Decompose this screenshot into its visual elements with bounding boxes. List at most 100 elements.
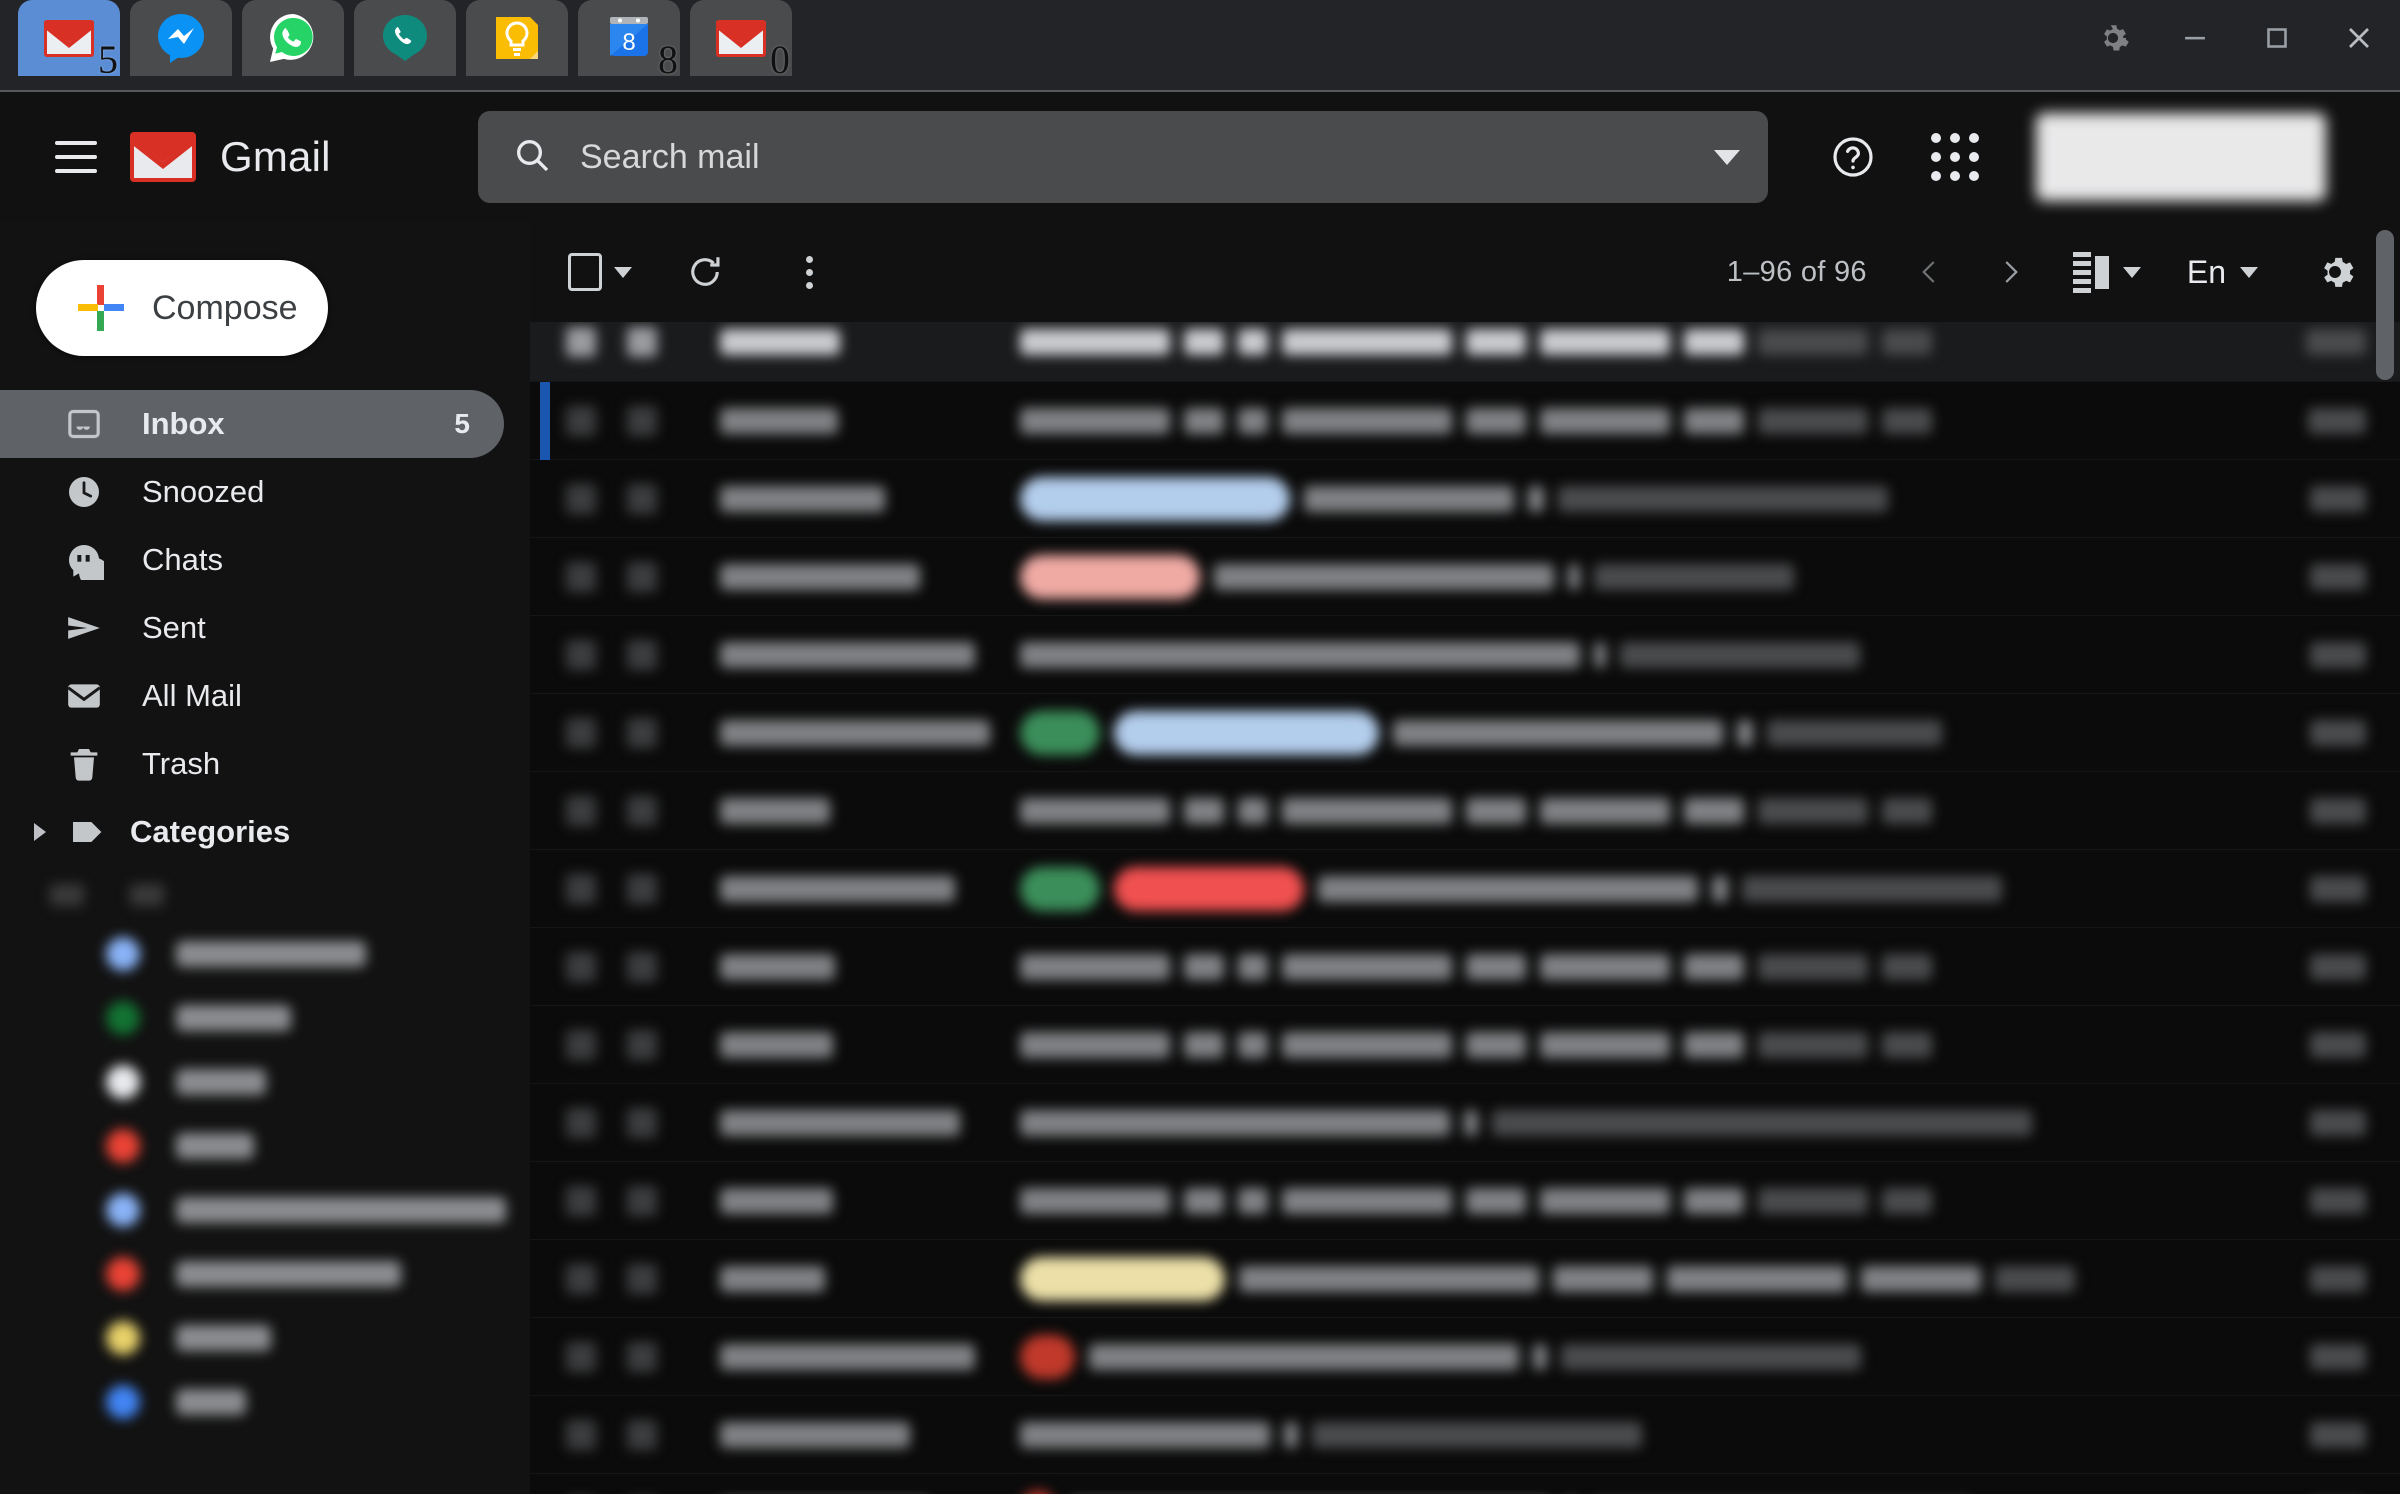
help-circle-icon[interactable] (1822, 126, 1884, 188)
star-icon[interactable] (612, 795, 672, 826)
row-checkbox[interactable] (550, 1419, 612, 1450)
input-tools-button[interactable]: En (2187, 254, 2258, 291)
table-row[interactable] (530, 772, 2400, 850)
sidebar-item-categories[interactable]: Categories (0, 798, 504, 866)
compose-button[interactable]: Compose (36, 260, 328, 356)
chevron-down-icon[interactable] (1714, 149, 1740, 165)
table-row[interactable] (530, 1162, 2400, 1240)
table-row[interactable] (530, 322, 2400, 382)
label-chip[interactable] (1114, 710, 1379, 755)
sidebar-label-item[interactable] (20, 1370, 530, 1434)
maximize-icon[interactable] (2254, 15, 2300, 61)
sidebar-label-item[interactable] (20, 1306, 530, 1370)
table-row[interactable] (530, 928, 2400, 1006)
sidebar-label-item[interactable] (20, 922, 530, 986)
mail-list-rows[interactable] (530, 322, 2400, 1494)
star-icon[interactable] (612, 1341, 672, 1372)
label-chip[interactable] (1020, 710, 1100, 755)
split-pane-icon[interactable] (2072, 251, 2141, 293)
table-row[interactable] (530, 694, 2400, 772)
star-icon[interactable] (612, 1263, 672, 1294)
hamburger-icon[interactable] (40, 121, 112, 193)
star-icon[interactable] (612, 1185, 672, 1216)
table-row[interactable] (530, 1474, 2400, 1494)
row-checkbox[interactable] (550, 483, 612, 514)
app-tab-whatsapp[interactable] (242, 0, 344, 76)
chevron-right-icon[interactable] (1993, 255, 2027, 289)
app-tab-gmail-secondary[interactable]: 0 (690, 0, 792, 80)
app-tab-messenger[interactable] (130, 0, 232, 76)
row-checkbox[interactable] (550, 1185, 612, 1216)
gear-icon[interactable] (2090, 15, 2136, 61)
table-row[interactable] (530, 460, 2400, 538)
row-checkbox[interactable] (550, 1107, 612, 1138)
scrollbar-thumb[interactable] (2376, 230, 2394, 380)
star-icon[interactable] (612, 1029, 672, 1060)
table-row[interactable] (530, 1318, 2400, 1396)
sidebar-label-item[interactable] (20, 1178, 530, 1242)
gear-icon[interactable] (2304, 241, 2366, 303)
label-chip[interactable] (1020, 476, 1290, 521)
label-chip[interactable] (1020, 1334, 1075, 1379)
sidebar-item-all-mail[interactable]: All Mail (0, 662, 504, 730)
apps-grid-icon[interactable] (1924, 126, 1986, 188)
minimize-icon[interactable] (2172, 15, 2218, 61)
checkbox-icon[interactable] (568, 253, 602, 291)
label-chip[interactable] (1114, 866, 1304, 911)
row-checkbox[interactable] (550, 951, 612, 982)
refresh-icon[interactable] (674, 241, 736, 303)
star-icon[interactable] (612, 561, 672, 592)
sidebar-label-item[interactable] (20, 1050, 530, 1114)
row-checkbox[interactable] (550, 795, 612, 826)
star-icon[interactable] (612, 951, 672, 982)
triangle-right-icon[interactable] (34, 823, 46, 841)
star-icon[interactable] (612, 483, 672, 514)
sidebar-item-snoozed[interactable]: Snoozed (0, 458, 504, 526)
avatar[interactable] (2036, 113, 2326, 201)
table-row[interactable] (530, 616, 2400, 694)
sidebar-label-item[interactable] (20, 1114, 530, 1178)
row-checkbox[interactable] (550, 1263, 612, 1294)
sidebar-label-item[interactable] (20, 986, 530, 1050)
row-checkbox[interactable] (550, 1341, 612, 1372)
row-checkbox[interactable] (550, 639, 612, 670)
app-tab-gmail-primary[interactable]: 5 (18, 0, 120, 80)
close-icon[interactable] (2336, 15, 2382, 61)
star-icon[interactable] (612, 405, 672, 436)
caret-down-icon[interactable] (614, 266, 632, 278)
caret-down-icon[interactable] (2122, 266, 2141, 278)
row-checkbox[interactable] (550, 561, 612, 592)
table-row[interactable] (530, 1084, 2400, 1162)
label-chip[interactable] (1020, 1490, 1056, 1494)
caret-down-icon[interactable] (2240, 266, 2258, 278)
table-row[interactable] (530, 381, 2400, 460)
table-row[interactable] (530, 1006, 2400, 1084)
table-row[interactable] (530, 538, 2400, 616)
sidebar-label-item[interactable] (20, 1242, 530, 1306)
sidebar-item-inbox[interactable]: Inbox 5 (0, 390, 504, 458)
sidebar-item-chats[interactable]: Chats (0, 526, 504, 594)
table-row[interactable] (530, 1396, 2400, 1474)
mail-list-scrollbar[interactable] (2376, 222, 2394, 1494)
row-checkbox[interactable] (550, 405, 612, 436)
app-tab-google-keep[interactable] (466, 0, 568, 76)
search-input[interactable] (580, 137, 1686, 177)
app-tab-google-voice[interactable] (354, 0, 456, 76)
row-checkbox[interactable] (550, 1029, 612, 1060)
label-chip[interactable] (1020, 1256, 1225, 1301)
select-all-control[interactable] (568, 253, 632, 291)
search-bar[interactable] (478, 111, 1768, 203)
chevron-left-icon[interactable] (1913, 255, 1947, 289)
star-icon[interactable] (612, 873, 672, 904)
star-icon[interactable] (612, 327, 672, 357)
row-checkbox[interactable] (550, 717, 612, 748)
star-icon[interactable] (612, 717, 672, 748)
row-checkbox[interactable] (550, 327, 612, 357)
star-icon[interactable] (612, 1419, 672, 1450)
more-vertical-icon[interactable] (778, 241, 840, 303)
label-chip[interactable] (1020, 866, 1100, 911)
table-row[interactable] (530, 850, 2400, 928)
star-icon[interactable] (612, 639, 672, 670)
sidebar-item-sent[interactable]: Sent (0, 594, 504, 662)
app-tab-google-calendar[interactable]: 88 (578, 0, 680, 80)
